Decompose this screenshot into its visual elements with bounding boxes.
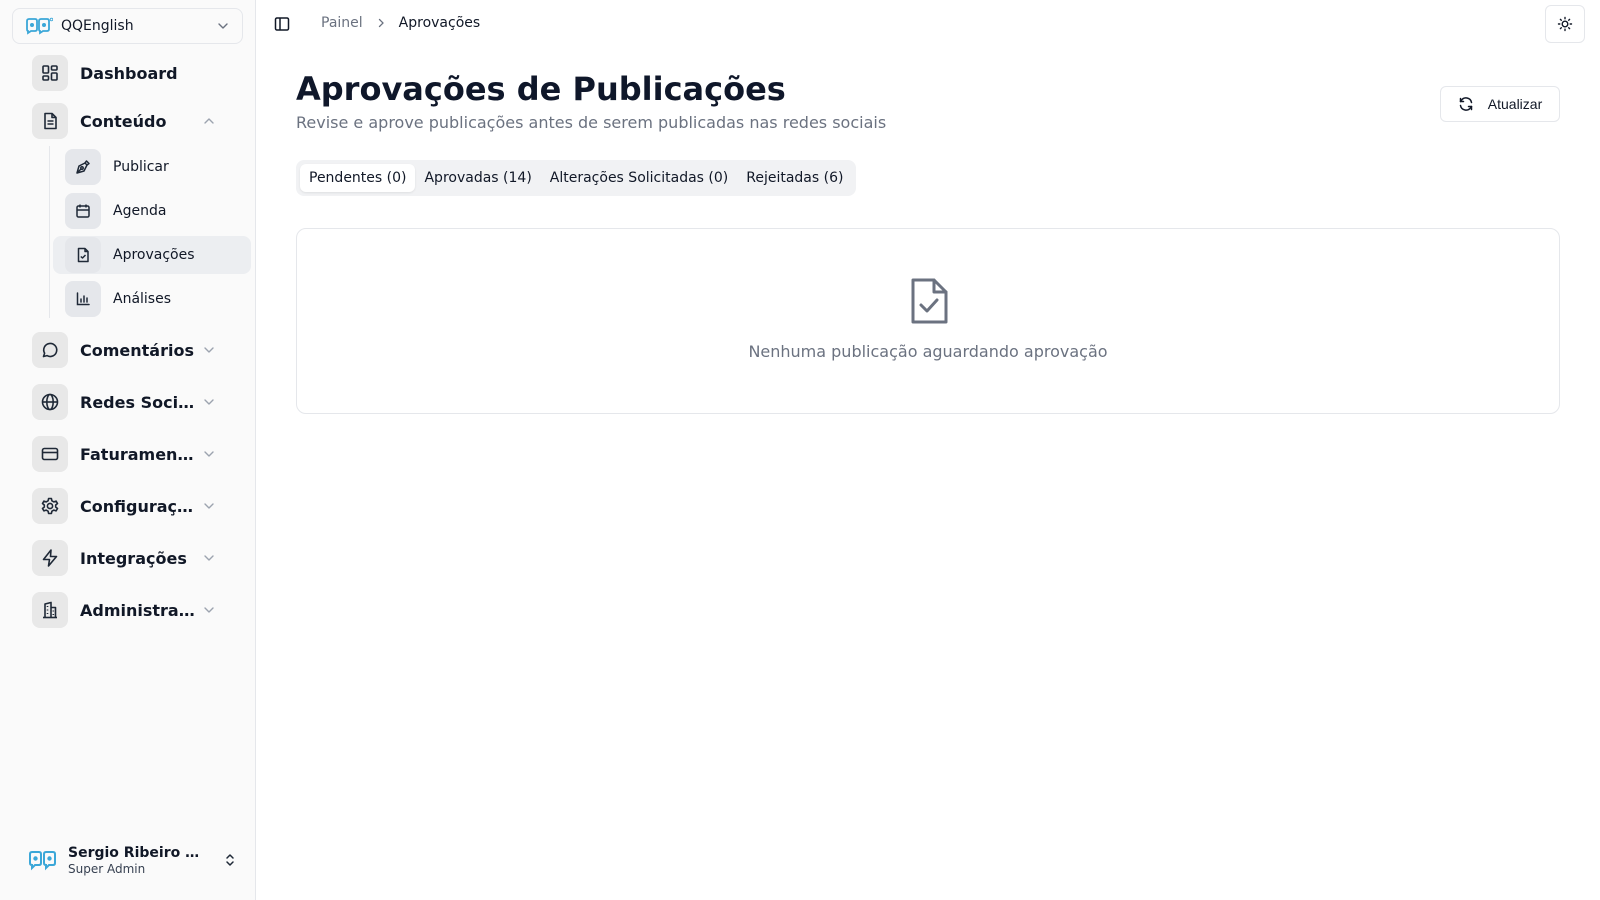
empty-state-message: Nenhuma publicação aguardando aprovação — [748, 342, 1108, 361]
breadcrumb: Painel Aprovações — [321, 15, 480, 31]
sidebar-subitem-analises[interactable]: Análises — [53, 280, 251, 318]
sidebar-item-conteudo[interactable]: Conteúdo — [32, 103, 232, 139]
calendar-icon — [76, 204, 90, 218]
user-role: Super Admin — [68, 861, 146, 876]
user-menu[interactable]: Sergio Ribeiro Kodama Super Admin — [28, 840, 238, 880]
sidebar-subitem-label: Publicar — [113, 159, 169, 175]
sidebar-subitem-label: Agenda — [113, 203, 167, 219]
zap-icon — [42, 549, 58, 567]
sidebar-item-redes-sociais[interactable]: Redes Sociais — [32, 384, 232, 420]
chevron-down-icon — [204, 451, 214, 457]
user-name: Sergio Ribeiro Kodama — [68, 844, 204, 861]
approval-tabs: Pendentes (0) Aprovadas (14) Alterações … — [296, 160, 857, 196]
empty-state-card: Nenhuma publicação aguardando aprovação — [296, 228, 1560, 414]
chevron-right-icon — [378, 18, 384, 28]
page-subtitle: Revise e aprove publicações antes de ser… — [296, 113, 887, 132]
chevron-down-icon — [204, 399, 214, 405]
sidebar-subitem-label: Aprovações — [113, 247, 195, 263]
sidebar-subitem-agenda[interactable]: Agenda — [53, 192, 251, 230]
refresh-icon — [1459, 97, 1473, 111]
sidebar-toggle-button[interactable] — [272, 14, 292, 34]
file-check-icon — [77, 247, 89, 263]
page-title: Aprovações de Publicações — [296, 70, 786, 108]
tab-aprovadas[interactable]: Aprovadas (14) — [415, 164, 540, 192]
breadcrumb-current: Aprovações — [398, 15, 481, 31]
sidebar-item-label: Conteúdo — [80, 111, 167, 131]
organization-switcher[interactable]: QQEnglish — [12, 8, 243, 44]
sidebar-subitem-aprovacoes[interactable]: Aprovações — [53, 236, 251, 274]
qq-logo-icon — [26, 17, 53, 35]
file-check-icon — [911, 278, 948, 324]
sidebar-item-label: Administração — [80, 600, 196, 620]
tab-rejeitadas[interactable]: Rejeitadas (6) — [737, 164, 852, 192]
chevron-down-icon — [204, 607, 214, 613]
credit-card-icon — [41, 447, 59, 461]
sidebar-item-label: Configurações — [80, 496, 196, 516]
organization-name: QQEnglish — [61, 18, 134, 34]
sidebar-item-faturamento[interactable]: Faturamento — [32, 436, 232, 472]
settings-icon — [41, 497, 59, 515]
chevron-down-icon — [204, 503, 214, 509]
avatar — [29, 851, 56, 871]
refresh-button-label: Atualizar — [1487, 96, 1543, 112]
chevron-down-icon — [204, 347, 214, 353]
sidebar-subitem-publicar[interactable]: Publicar — [53, 148, 251, 186]
sidebar-item-dashboard[interactable]: Dashboard — [32, 55, 232, 91]
pen-tool-icon — [76, 160, 90, 174]
sidebar-item-label: Faturamento — [80, 444, 196, 464]
refresh-button[interactable]: Atualizar — [1440, 86, 1560, 122]
sidebar-item-integracoes[interactable]: Integrações — [32, 540, 232, 576]
tab-pendentes[interactable]: Pendentes (0) — [300, 164, 416, 192]
layout-grid-icon — [42, 65, 58, 81]
sidebar-item-label: Integrações — [80, 548, 187, 568]
building-icon — [43, 601, 57, 619]
tab-alteracoes-solicitadas[interactable]: Alterações Solicitadas (0) — [541, 164, 737, 192]
sidebar-item-comentarios[interactable]: Comentários — [32, 332, 232, 368]
bar-chart-icon — [76, 292, 90, 306]
sidebar-item-label: Dashboard — [80, 63, 178, 83]
chevrons-up-down-icon — [226, 854, 234, 866]
sidebar-subitem-label: Análises — [113, 291, 172, 307]
sun-icon — [1557, 16, 1573, 32]
globe-icon — [41, 393, 59, 411]
sidebar-item-administracao[interactable]: Administração — [32, 592, 232, 628]
chevron-down-icon — [204, 555, 214, 561]
submenu-divider — [49, 146, 50, 318]
sidebar: QQEnglish Dashboard Conteúdo Publicar Ag… — [0, 0, 256, 900]
theme-toggle-button[interactable] — [1545, 5, 1585, 43]
chevron-up-icon — [204, 118, 214, 124]
panel-left-icon — [274, 17, 290, 31]
sidebar-item-configuracoes[interactable]: Configurações — [32, 488, 232, 524]
sidebar-item-label: Redes Sociais — [80, 392, 196, 412]
file-text-icon — [44, 112, 57, 130]
breadcrumb-link-painel[interactable]: Painel — [321, 15, 363, 31]
chevron-down-icon — [218, 23, 228, 29]
sidebar-item-label: Comentários — [80, 340, 194, 360]
message-circle-icon — [42, 342, 58, 358]
